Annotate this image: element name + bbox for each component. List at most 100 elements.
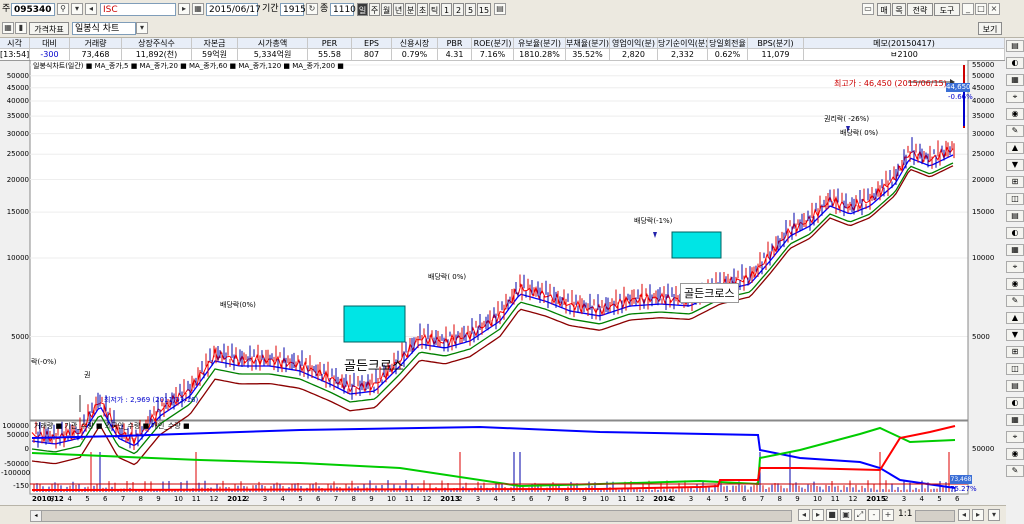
side-tool-icon[interactable]: ◉ bbox=[1006, 108, 1024, 120]
right-button-1[interactable]: 매 bbox=[877, 3, 891, 16]
count-input[interactable]: 1110 bbox=[330, 3, 356, 16]
x-tick: 3 bbox=[262, 495, 268, 503]
dropdown-icon[interactable]: ▾ bbox=[71, 3, 83, 15]
right-y-tick: 55000 bbox=[972, 61, 995, 69]
side-tool-icon[interactable]: ▼ bbox=[1006, 329, 1024, 341]
interval-minute-button[interactable]: 분 bbox=[405, 3, 416, 16]
side-tool-icon[interactable]: ▦ bbox=[1006, 414, 1024, 426]
interval-year-button[interactable]: 년 bbox=[393, 3, 404, 16]
x-tick: 3 bbox=[49, 495, 55, 503]
side-tool-icon[interactable]: ◐ bbox=[1006, 227, 1024, 239]
right-y-tick: 10000 bbox=[972, 254, 995, 263]
side-tool-icon[interactable]: ▤ bbox=[1006, 380, 1024, 392]
stop-icon[interactable]: ■ bbox=[826, 509, 838, 521]
side-tool-icon[interactable]: ▼ bbox=[1006, 159, 1024, 171]
minute-15-button[interactable]: 15 bbox=[477, 3, 491, 16]
right-button-2[interactable]: 목 bbox=[892, 3, 906, 16]
dividend-annotation-1: 배당락(-1%) bbox=[634, 217, 673, 225]
side-tool-icon[interactable]: ▦ bbox=[1006, 74, 1024, 86]
side-tool-icon[interactable]: ⊞ bbox=[1006, 176, 1024, 188]
x-tick: 7 bbox=[759, 495, 765, 503]
scroll-next-icon[interactable]: ▸ bbox=[812, 509, 824, 521]
x-tick: 11 bbox=[191, 495, 201, 503]
tools-button[interactable]: 도구 bbox=[934, 3, 960, 16]
side-tool-icon[interactable]: ✎ bbox=[1006, 465, 1024, 477]
view-button[interactable]: 보기 bbox=[978, 22, 1002, 35]
minus-button[interactable]: - bbox=[868, 509, 880, 521]
info-header: 상장주식수 bbox=[122, 38, 192, 49]
window-icon[interactable]: ▭ bbox=[862, 3, 874, 15]
side-tool-icon[interactable]: ◐ bbox=[1006, 397, 1024, 409]
side-tool-icon[interactable]: ◫ bbox=[1006, 193, 1024, 205]
right-y-tick: 35000 bbox=[972, 112, 995, 121]
side-tool-icon[interactable]: ▲ bbox=[1006, 312, 1024, 324]
close-icon[interactable]: × bbox=[988, 3, 1000, 15]
minute-5-button[interactable]: 5 bbox=[465, 3, 476, 16]
chevron-down-icon[interactable]: ▾ bbox=[136, 22, 148, 34]
plus-button[interactable]: + bbox=[882, 509, 894, 521]
period-label: 기간 bbox=[262, 4, 279, 14]
stock-name-field[interactable]: ISC bbox=[100, 3, 176, 16]
side-tool-icon[interactable]: ⌖ bbox=[1006, 91, 1024, 103]
interval-tick-button[interactable]: 틱 bbox=[429, 3, 440, 16]
options-icon[interactable]: ▾ bbox=[988, 509, 1000, 521]
side-tool-icon[interactable]: ✎ bbox=[1006, 125, 1024, 137]
expand-icon[interactable]: ⤢ bbox=[854, 509, 866, 521]
play-icon[interactable]: ▸ bbox=[178, 3, 190, 15]
info-value: 807 bbox=[352, 49, 392, 60]
zoom-out-icon[interactable]: ◂ bbox=[958, 509, 970, 521]
minute-2-button[interactable]: 2 bbox=[453, 3, 464, 16]
side-tool-icon[interactable]: ◉ bbox=[1006, 278, 1024, 290]
side-tool-icon[interactable]: ▲ bbox=[1006, 142, 1024, 154]
period-input[interactable]: 1915 bbox=[280, 3, 306, 16]
zoom-slider[interactable] bbox=[915, 510, 955, 522]
side-tool-icon[interactable]: ◐ bbox=[1006, 57, 1024, 69]
x-tick: 10 bbox=[813, 495, 822, 503]
strategy-button[interactable]: 전략 bbox=[907, 3, 933, 16]
minimize-icon[interactable]: _ bbox=[962, 3, 974, 15]
bottom-bar: ◂ ◂ ▸ ■ ▣ ⤢ - + 1:1 ◂ ▸ ▾ bbox=[0, 505, 1006, 524]
left-y-tick: 50000 bbox=[6, 71, 29, 80]
side-tool-icon[interactable]: ▤ bbox=[1006, 40, 1024, 52]
search-icon[interactable]: ⚲ bbox=[57, 3, 69, 15]
side-tool-icon[interactable]: ⌖ bbox=[1006, 261, 1024, 273]
volume-right-tick: 50000 bbox=[972, 445, 995, 453]
price-table-button[interactable]: 가격차표 bbox=[29, 22, 69, 35]
interval-day-button[interactable]: 일 bbox=[357, 3, 368, 16]
stock-code-input[interactable]: 095340 bbox=[11, 3, 55, 16]
maximize-icon[interactable]: □ bbox=[975, 3, 987, 15]
refresh-icon[interactable]: ↻ bbox=[306, 3, 318, 15]
x-tick: 6 bbox=[955, 495, 960, 503]
bar-icon[interactable]: ▮ bbox=[15, 22, 27, 34]
fit-icon[interactable]: ▣ bbox=[840, 509, 852, 521]
side-tool-icon[interactable]: ▤ bbox=[1006, 210, 1024, 222]
side-tool-icon[interactable]: ⊞ bbox=[1006, 346, 1024, 358]
current-price-badge: 44,650 bbox=[946, 83, 971, 92]
chart-type-select[interactable]: 일봉식 차트 bbox=[72, 22, 136, 35]
x-tick: 11 bbox=[404, 495, 414, 503]
side-tool-icon[interactable]: ▦ bbox=[1006, 244, 1024, 256]
side-tool-icon[interactable]: ⌖ bbox=[1006, 431, 1024, 443]
minute-1-button[interactable]: 1 bbox=[441, 3, 452, 16]
info-value: 11,079 bbox=[748, 49, 804, 60]
dividend-annotation-3: 배당락(0%) bbox=[220, 301, 256, 309]
prev-icon[interactable]: ◂ bbox=[85, 3, 97, 15]
right-y-tick: 15000 bbox=[972, 208, 995, 217]
price-legend: 일봉식차트(일간) ■ MA_종가,5 ■ MA_종가,20 ■ MA_종가,6… bbox=[33, 62, 344, 70]
interval-month-button[interactable]: 월 bbox=[381, 3, 392, 16]
grid-icon[interactable]: ▦ bbox=[2, 22, 14, 34]
interval-week-button[interactable]: 주 bbox=[369, 3, 380, 16]
settings-icon[interactable]: ▤ bbox=[494, 3, 506, 15]
side-tool-icon[interactable]: ◫ bbox=[1006, 363, 1024, 375]
x-tick: 5 bbox=[85, 495, 90, 503]
calendar-icon[interactable]: ▦ bbox=[192, 3, 204, 15]
side-tool-icon[interactable]: ✎ bbox=[1006, 295, 1024, 307]
scroll-prev-icon[interactable]: ◂ bbox=[798, 509, 810, 521]
date-input[interactable]: 2015/06/17 bbox=[206, 3, 261, 16]
scroll-left-icon[interactable]: ◂ bbox=[31, 511, 42, 521]
side-tool-icon[interactable]: ◉ bbox=[1006, 448, 1024, 460]
zoom-in-icon[interactable]: ▸ bbox=[972, 509, 984, 521]
interval-second-button[interactable]: 초 bbox=[417, 3, 428, 16]
horizontal-scrollbar[interactable]: ◂ bbox=[30, 510, 792, 522]
volume-y-tick: -100000 bbox=[1, 469, 31, 477]
